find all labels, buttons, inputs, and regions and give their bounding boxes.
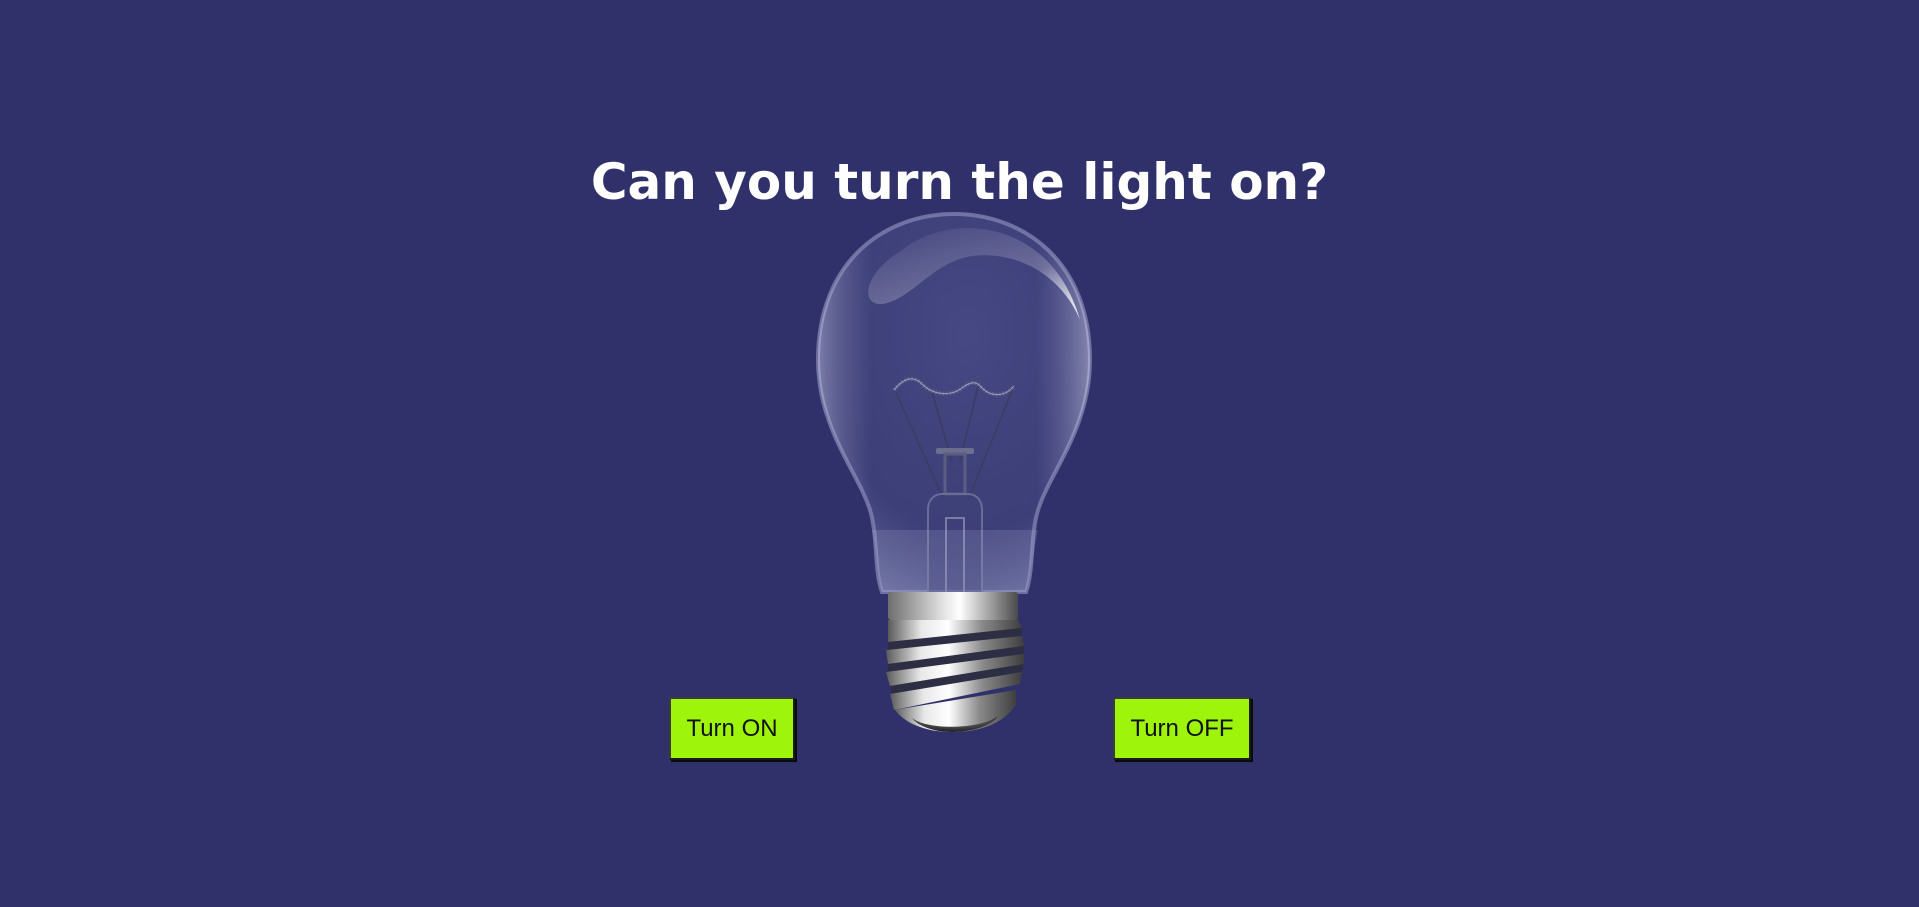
lightbulb-icon [815, 211, 1093, 732]
page-title: Can you turn the light on? [590, 153, 1329, 211]
lightbulb-image [802, 210, 1106, 734]
turn-on-button[interactable]: Turn ON [669, 697, 795, 760]
turn-off-button[interactable]: Turn OFF [1113, 697, 1251, 760]
